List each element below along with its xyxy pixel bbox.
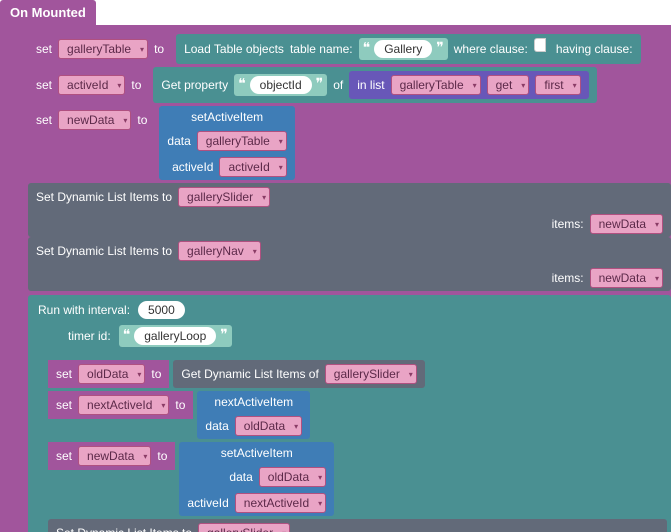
- set-block[interactable]: set activeId to: [28, 71, 149, 99]
- set-keyword: set: [36, 78, 52, 92]
- quote-open-icon: ❝: [236, 78, 248, 92]
- dyn-target[interactable]: galleryNav: [178, 241, 261, 261]
- set-dynamic-list-block[interactable]: Set Dynamic List Items to gallerySlider …: [28, 183, 671, 237]
- interval-label: Run with interval:: [38, 303, 130, 317]
- to-keyword: to: [175, 398, 185, 412]
- to-keyword: to: [151, 367, 161, 381]
- list-get-block[interactable]: in list galleryTable get first: [349, 71, 588, 99]
- get-dyn-label: Get Dynamic List Items of: [181, 367, 318, 381]
- table-name-label: table name:: [290, 42, 353, 56]
- items-value[interactable]: newData: [590, 214, 663, 234]
- set-keyword: set: [56, 398, 72, 412]
- timer-id-slot[interactable]: ❝ galleryLoop ❞: [119, 325, 232, 347]
- timer-id-value[interactable]: galleryLoop: [134, 327, 216, 345]
- var-galleryTable[interactable]: galleryTable: [58, 39, 148, 59]
- list-op[interactable]: get: [487, 75, 530, 95]
- of-keyword: of: [333, 78, 343, 92]
- event-body: set galleryTable to Load Table objects t…: [0, 25, 671, 532]
- table-name-slot[interactable]: ❝ Gallery ❞: [359, 38, 448, 60]
- items-label: items:: [552, 217, 584, 231]
- to-keyword: to: [131, 78, 141, 92]
- to-keyword: to: [137, 113, 147, 127]
- var-nextActiveId[interactable]: nextActiveId: [78, 395, 169, 415]
- arg-data-label: data: [205, 419, 228, 433]
- items-label: items:: [552, 271, 584, 285]
- set-keyword: set: [56, 367, 72, 381]
- load-table-label: Load Table objects: [184, 42, 284, 56]
- event-header[interactable]: On Mounted: [0, 0, 96, 25]
- timer-id-label: timer id:: [68, 329, 111, 343]
- quote-close-icon: ❞: [314, 78, 326, 92]
- set-dyn-label: Set Dynamic List Items to: [56, 526, 192, 532]
- get-property-block[interactable]: Get property ❝ objectId ❞ of in list gal…: [153, 67, 596, 103]
- list-pos[interactable]: first: [535, 75, 580, 95]
- property-name-value[interactable]: objectId: [250, 76, 312, 94]
- to-keyword: to: [154, 42, 164, 56]
- where-label: where clause:: [454, 42, 528, 56]
- var-newData[interactable]: newData: [78, 446, 151, 466]
- fn-setActiveItem[interactable]: setActiveItem data oldData activeId next…: [179, 442, 334, 516]
- property-name-slot[interactable]: ❝ objectId ❞: [234, 74, 327, 96]
- get-dynamic-list-block[interactable]: Get Dynamic List Items of gallerySlider: [173, 360, 424, 388]
- quote-open-icon: ❝: [361, 42, 373, 56]
- where-slot[interactable]: [534, 38, 546, 52]
- var-oldData[interactable]: oldData: [78, 364, 145, 384]
- arg-data-label: data: [167, 134, 190, 148]
- get-dyn-target[interactable]: gallerySlider: [325, 364, 417, 384]
- fn-name: setActiveItem: [179, 442, 334, 464]
- interval-value[interactable]: 5000: [138, 301, 185, 319]
- run-with-interval-block[interactable]: Run with interval: 5000 timer id: ❝ gall…: [28, 295, 671, 532]
- load-table-block[interactable]: Load Table objects table name: ❝ Gallery…: [176, 34, 640, 64]
- var-activeId[interactable]: activeId: [58, 75, 125, 95]
- dyn-target[interactable]: gallerySlider: [178, 187, 270, 207]
- quote-close-icon: ❞: [218, 329, 230, 343]
- set-dyn-label: Set Dynamic List Items to: [36, 190, 172, 204]
- in-list-keyword: in list: [357, 78, 384, 92]
- set-dyn-label: Set Dynamic List Items to: [36, 244, 172, 258]
- fn-name: nextActiveItem: [197, 391, 310, 413]
- arg-data-label: data: [229, 470, 252, 484]
- fn-nextActiveItem[interactable]: nextActiveItem data oldData: [197, 391, 310, 439]
- quote-open-icon: ❝: [121, 329, 133, 343]
- arg-data-value[interactable]: oldData: [235, 416, 302, 436]
- set-dynamic-list-block[interactable]: Set Dynamic List Items to galleryNav ite…: [28, 237, 671, 291]
- arg-activeId-value[interactable]: activeId: [219, 157, 286, 177]
- set-block[interactable]: set oldData to: [48, 360, 169, 388]
- items-value[interactable]: newData: [590, 268, 663, 288]
- block-canvas: On Mounted set galleryTable to Load Tabl…: [0, 0, 671, 532]
- get-property-label: Get property: [161, 78, 228, 92]
- set-block[interactable]: set galleryTable to: [28, 35, 172, 63]
- arg-activeId-value[interactable]: nextActiveId: [235, 493, 326, 513]
- var-newData[interactable]: newData: [58, 110, 131, 130]
- arg-activeId-label: activeId: [172, 160, 213, 174]
- set-block[interactable]: set nextActiveId to: [48, 391, 193, 419]
- having-label: having clause:: [556, 42, 633, 56]
- list-var[interactable]: galleryTable: [391, 75, 481, 95]
- dyn-target[interactable]: gallerySlider: [198, 523, 290, 532]
- to-keyword: to: [157, 449, 167, 463]
- set-block[interactable]: set newData to: [28, 106, 155, 134]
- set-keyword: set: [36, 42, 52, 56]
- arg-data-value[interactable]: galleryTable: [197, 131, 287, 151]
- table-name-value[interactable]: Gallery: [374, 40, 432, 58]
- fn-setActiveItem[interactable]: setActiveItem data galleryTable activeId…: [159, 106, 294, 180]
- set-keyword: set: [36, 113, 52, 127]
- set-block[interactable]: set newData to: [48, 442, 175, 470]
- fn-name: setActiveItem: [159, 106, 294, 128]
- set-dynamic-list-block[interactable]: Set Dynamic List Items to gallerySlider …: [48, 519, 667, 532]
- arg-activeId-label: activeId: [187, 496, 228, 510]
- quote-close-icon: ❞: [434, 42, 446, 56]
- arg-data-value[interactable]: oldData: [259, 467, 326, 487]
- set-keyword: set: [56, 449, 72, 463]
